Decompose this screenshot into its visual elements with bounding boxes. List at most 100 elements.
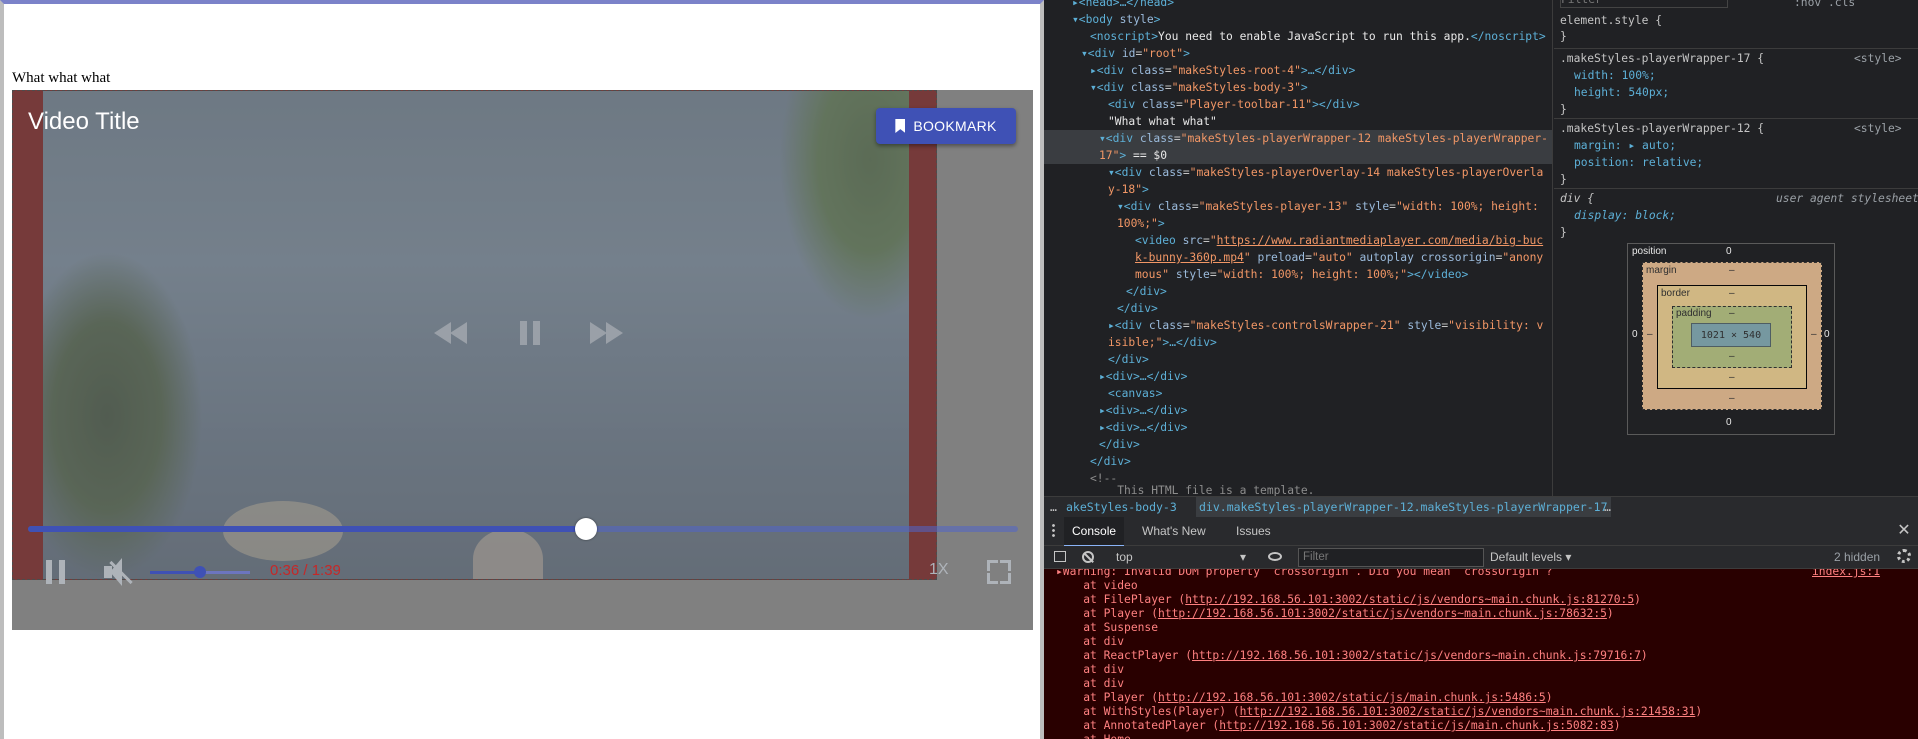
dom-node-line[interactable]: ▸<div>…</div> bbox=[1044, 419, 1187, 436]
styles-separator bbox=[1554, 118, 1918, 119]
video-title: Video Title bbox=[28, 108, 140, 135]
dom-node-line[interactable]: isible;">…</div> bbox=[1044, 334, 1217, 351]
dom-node-line[interactable]: ▸<head>…</head> bbox=[1044, 0, 1174, 11]
elements-tree[interactable]: ▸<head>…</head> ▾<body style> <noscript>Yo… bbox=[1044, 0, 1553, 496]
playback-speed-button[interactable]: 1X bbox=[929, 561, 949, 579]
dom-node-line[interactable]: ▸<div>…</div> bbox=[1044, 368, 1187, 385]
console-filter-input[interactable]: Filter bbox=[1298, 548, 1484, 567]
dom-node-line[interactable]: ▾<div id="root"> bbox=[1044, 45, 1190, 62]
fullscreen-icon[interactable] bbox=[987, 560, 1011, 584]
dom-node-line[interactable]: </div> bbox=[1044, 300, 1158, 317]
center-controls bbox=[430, 313, 630, 353]
dom-node-line[interactable]: ▸<div class="makeStyles-root-4">…</div> bbox=[1044, 62, 1355, 79]
stack-trace-link[interactable]: http://192.168.56.101:3002/static/js/ven… bbox=[1240, 705, 1696, 718]
console-message-line: ▸Warning: Invalid DOM property `crossori… bbox=[1056, 569, 1553, 578]
rule-source-ua: user agent stylesheet bbox=[1776, 192, 1918, 205]
rule-selector-div[interactable]: div { bbox=[1560, 190, 1594, 207]
console-message-line: at Player (http://192.168.56.101:3002/st… bbox=[1056, 691, 1553, 704]
log-levels-dropdown[interactable]: Default levels ▾ bbox=[1490, 546, 1571, 568]
bm-position-bottom: 0 bbox=[1726, 417, 1732, 428]
volume-slider-thumb[interactable] bbox=[194, 566, 206, 578]
dom-node-line[interactable]: </div> bbox=[1044, 351, 1149, 368]
time-display: 0:36 / 1:39 bbox=[270, 562, 341, 579]
dom-node-line[interactable]: k-bunny-360p.mp4" preload="auto" autopla… bbox=[1044, 249, 1543, 266]
styles-filter-input[interactable]: Filter bbox=[1560, 0, 1728, 8]
tab-issues[interactable]: Issues bbox=[1236, 517, 1271, 545]
rule-selector-wrapper17[interactable]: .makeStyles-playerWrapper-17 { bbox=[1560, 50, 1764, 67]
bm-position-left: 0 bbox=[1632, 329, 1638, 340]
hov-cls-toggle[interactable]: :hov .cls bbox=[1794, 0, 1855, 11]
live-expression-eye-icon[interactable] bbox=[1268, 552, 1282, 561]
rule-selector-wrapper12[interactable]: .makeStyles-playerWrapper-12 { bbox=[1560, 120, 1764, 137]
context-selector[interactable]: top bbox=[1116, 546, 1133, 568]
volume-slider[interactable] bbox=[150, 566, 250, 578]
dom-node-line[interactable]: <div class="Player-toolbar-11"></div> bbox=[1044, 96, 1360, 113]
dom-node-line[interactable]: 100%;"> bbox=[1044, 215, 1165, 232]
bookmark-button[interactable]: BOOKMARK bbox=[876, 108, 1016, 144]
dom-node-line[interactable]: "What what what" bbox=[1044, 113, 1217, 130]
dom-node-line[interactable]: ▾<div class="makeStyles-player-13" style… bbox=[1044, 198, 1539, 215]
bm-position-top: 0 bbox=[1726, 246, 1732, 257]
dom-node-line[interactable]: </div> bbox=[1044, 283, 1167, 300]
breadcrumb-item-body[interactable]: akeStyles-body-3 bbox=[1066, 497, 1177, 517]
rule-prop-height[interactable]: height: 540px; bbox=[1574, 84, 1669, 101]
console-message-line: at FilePlayer (http://192.168.56.101:300… bbox=[1056, 593, 1641, 606]
console-source-link[interactable]: index.js:1 bbox=[1812, 569, 1880, 579]
dom-node-line[interactable]: ▾<div class="makeStyles-playerWrapper-12… bbox=[1044, 130, 1552, 147]
seek-slider[interactable] bbox=[28, 518, 1018, 540]
rewind-icon[interactable] bbox=[430, 313, 474, 353]
dom-node-line[interactable]: This HTML file is a template. bbox=[1044, 482, 1314, 496]
drawer-tabbar: Console What's New Issues ✕ bbox=[1044, 517, 1918, 547]
breadcrumb-more-right[interactable]: … bbox=[1604, 497, 1611, 517]
console-message-line: at div bbox=[1056, 677, 1125, 690]
bm-border-top: – bbox=[1729, 288, 1735, 299]
console-sidebar-icon[interactable] bbox=[1054, 551, 1066, 562]
dom-node-line[interactable]: </div> bbox=[1044, 453, 1131, 470]
dom-node-line[interactable]: y-18"> bbox=[1044, 181, 1149, 198]
context-dropdown-icon[interactable]: ▾ bbox=[1240, 546, 1246, 568]
stack-trace-link[interactable]: http://192.168.56.101:3002/static/js/ven… bbox=[1185, 593, 1634, 606]
stack-trace-link[interactable]: http://192.168.56.101:3002/static/js/ven… bbox=[1192, 649, 1641, 662]
drawer-menu-icon[interactable] bbox=[1052, 523, 1055, 539]
volume-off-icon[interactable] bbox=[104, 558, 134, 586]
rule-source-wrapper17[interactable]: <style> bbox=[1854, 50, 1902, 67]
breadcrumb-more-left[interactable]: … bbox=[1050, 497, 1057, 517]
dom-node-line[interactable]: 17"> == $0 bbox=[1044, 147, 1552, 164]
dom-node-line[interactable]: ▸<div class="makeStyles-controlsWrapper-… bbox=[1044, 317, 1543, 334]
bm-border-bottom: – bbox=[1729, 372, 1735, 383]
dom-node-line[interactable]: <noscript>You need to enable JavaScript … bbox=[1044, 28, 1546, 45]
rule-prop-display[interactable]: display: block; bbox=[1574, 207, 1676, 224]
dom-node-line[interactable]: ▸<div>…</div> bbox=[1044, 402, 1187, 419]
console-message-line: at Player (http://192.168.56.101:3002/st… bbox=[1056, 607, 1614, 620]
breadcrumb: … akeStyles-body-3 div.makeStyles-player… bbox=[1044, 496, 1918, 518]
dom-node-line[interactable]: ▾<body style> bbox=[1044, 11, 1160, 28]
dom-node-line[interactable]: <video src="https://www.radiantmediaplay… bbox=[1044, 232, 1543, 249]
dom-node-line[interactable]: <canvas> bbox=[1044, 385, 1162, 402]
console-settings-gear-icon[interactable] bbox=[1897, 549, 1911, 563]
bookmark-label: BOOKMARK bbox=[913, 118, 997, 134]
tab-console[interactable]: Console bbox=[1064, 517, 1125, 547]
stack-trace-link[interactable]: http://192.168.56.101:3002/static/js/mai… bbox=[1219, 719, 1613, 732]
dom-node-line[interactable]: mous" style="width: 100%; height: 100%;"… bbox=[1044, 266, 1468, 283]
volume-slider-fill bbox=[150, 571, 200, 574]
breadcrumb-item-selected[interactable]: div.makeStyles-playerWrapper-12.makeStyl… bbox=[1196, 497, 1611, 517]
play-pause-icon[interactable] bbox=[46, 560, 66, 584]
tab-whats-new[interactable]: What's New bbox=[1142, 517, 1206, 545]
stack-trace-link[interactable]: http://192.168.56.101:3002/static/js/mai… bbox=[1158, 691, 1546, 704]
fast-forward-icon[interactable] bbox=[586, 313, 630, 353]
rule-prop-width[interactable]: width: 100%; bbox=[1574, 67, 1656, 84]
dom-node-line[interactable]: ▾<div class="makeStyles-body-3"> bbox=[1044, 79, 1308, 96]
rule-prop-position[interactable]: position: relative; bbox=[1574, 154, 1703, 171]
pause-icon[interactable] bbox=[508, 313, 552, 353]
element-style-rule[interactable]: element.style { bbox=[1560, 12, 1662, 29]
dom-node-line[interactable]: ▾<div class="makeStyles-playerOverlay-14… bbox=[1044, 164, 1543, 181]
console-message-line: at video bbox=[1056, 579, 1138, 592]
player-wrapper[interactable]: Video Title BOOKMARK 0:36 / 1:39 1X bbox=[12, 90, 1033, 630]
rule-prop-margin[interactable]: margin: ▸ auto; bbox=[1574, 137, 1676, 154]
rule-source-wrapper12[interactable]: <style> bbox=[1854, 120, 1902, 137]
clear-console-icon[interactable] bbox=[1082, 551, 1094, 563]
stack-trace-link[interactable]: http://192.168.56.101:3002/static/js/ven… bbox=[1158, 607, 1607, 620]
close-drawer-icon[interactable]: ✕ bbox=[1894, 517, 1914, 545]
dom-node-line[interactable]: </div> bbox=[1044, 436, 1140, 453]
console-output[interactable]: ▸Warning: Invalid DOM property `crossori… bbox=[1044, 569, 1918, 739]
